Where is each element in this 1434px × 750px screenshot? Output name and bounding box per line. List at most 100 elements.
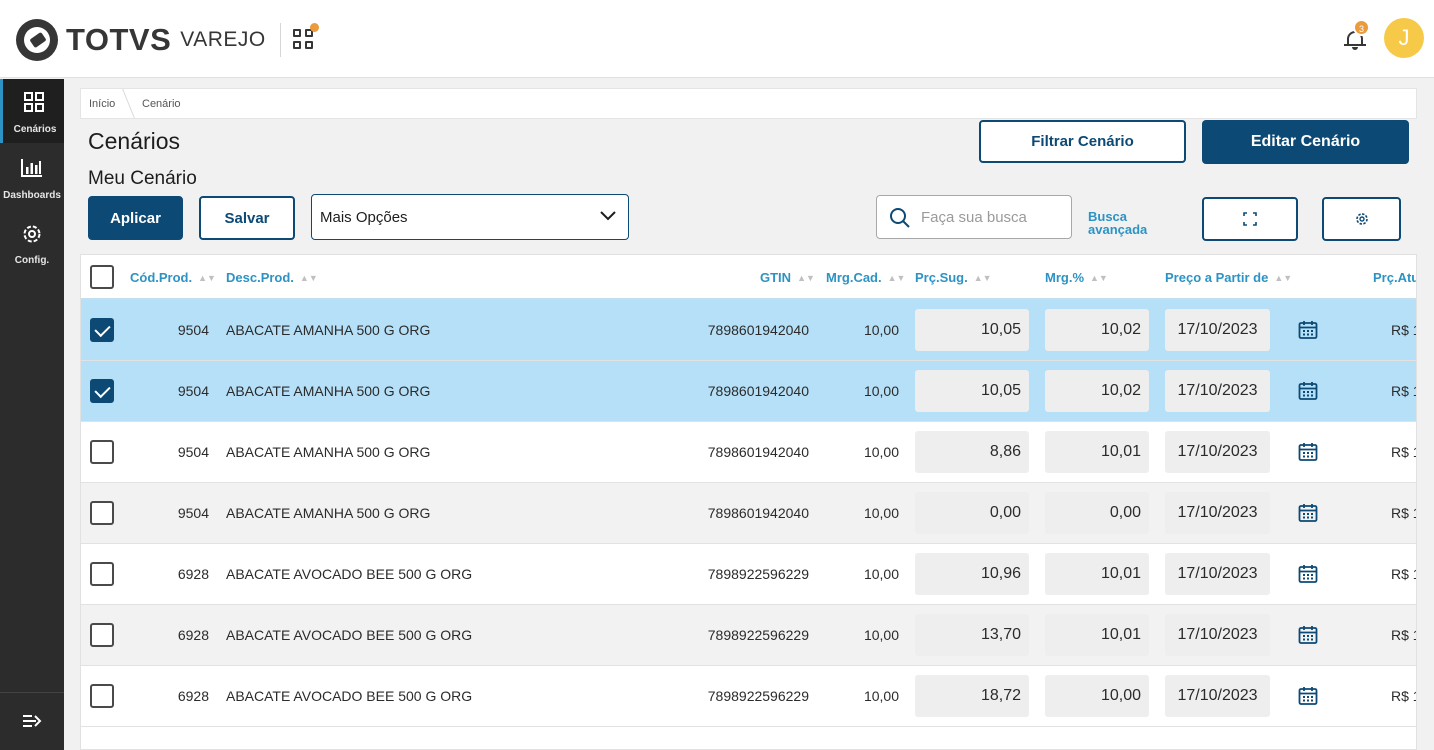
- suggested-price-input[interactable]: 13,70: [915, 614, 1029, 656]
- margin-percent-input[interactable]: 10,02: [1045, 309, 1149, 351]
- price-from-date-input[interactable]: 17/10/2023: [1165, 675, 1270, 717]
- cell-gtin: 7898601942040: [707, 505, 809, 521]
- user-avatar[interactable]: J: [1384, 18, 1424, 58]
- brand-subtitle: VAREJO: [180, 28, 266, 51]
- advanced-search-link[interactable]: Busca avançada: [1088, 210, 1158, 236]
- cell-current-price: R$ 1: [1391, 688, 1416, 704]
- row-checkbox[interactable]: [90, 440, 114, 464]
- suggested-price-input[interactable]: 10,05: [915, 309, 1029, 351]
- table-settings-button[interactable]: [1322, 197, 1401, 241]
- cell-current-price: R$ 1: [1391, 566, 1416, 582]
- apply-button[interactable]: Aplicar: [88, 196, 183, 240]
- margin-percent-input[interactable]: 10,02: [1045, 370, 1149, 412]
- margin-percent-input[interactable]: 10,00: [1045, 675, 1149, 717]
- row-checkbox[interactable]: [90, 684, 114, 708]
- price-from-date-input[interactable]: 17/10/2023: [1165, 614, 1270, 656]
- filter-scenario-button[interactable]: Filtrar Cenário: [979, 120, 1186, 163]
- cell-gtin: 7898601942040: [707, 322, 809, 338]
- margin-percent-input[interactable]: 10,01: [1045, 553, 1149, 595]
- suggested-price-input[interactable]: 10,96: [915, 553, 1029, 595]
- row-checkbox[interactable]: [90, 623, 114, 647]
- calendar-icon[interactable]: [1298, 320, 1318, 345]
- sidebar-collapse-button[interactable]: [0, 692, 64, 750]
- calendar-icon[interactable]: [1298, 686, 1318, 711]
- calendar-icon[interactable]: [1298, 381, 1318, 406]
- price-from-date-input[interactable]: 17/10/2023: [1165, 370, 1270, 412]
- suggested-price-input[interactable]: 10,05: [915, 370, 1029, 412]
- table-header: Cód.Prod. ▲▼ Desc.Prod. ▲▼ GTIN ▲▼ Mrg.Cad.…: [81, 255, 1416, 300]
- scenario-subtitle: Meu Cenário: [88, 168, 197, 189]
- fullscreen-button[interactable]: [1202, 197, 1298, 241]
- cell-current-price: R$ 1: [1391, 444, 1416, 460]
- apps-notification-dot: [309, 23, 319, 32]
- gear-icon: [1356, 213, 1368, 225]
- suggested-price-input[interactable]: 0,00: [915, 492, 1029, 534]
- edit-scenario-button[interactable]: Editar Cenário: [1202, 120, 1409, 164]
- search-input[interactable]: [921, 206, 1061, 228]
- price-from-date-input[interactable]: 17/10/2023: [1165, 431, 1270, 473]
- column-header-price-from-date[interactable]: Preço a Partir de ▲▼: [1165, 270, 1292, 285]
- cell-product-description: ABACATE AMANHA 500 G ORG: [226, 322, 431, 338]
- table-row[interactable]: 9504 ABACATE AMANHA 500 G ORG 789860194204…: [81, 422, 1416, 483]
- cell-product-description: ABACATE AVOCADO BEE 500 G ORG: [226, 566, 473, 582]
- table-row[interactable]: 6928 ABACATE AVOCADO BEE 500 G ORG 7898922…: [81, 666, 1416, 727]
- breadcrumb-current: Cenário: [142, 98, 181, 110]
- top-bar: TOTVS VAREJO 3 J: [0, 0, 1434, 78]
- sidebar-item-config[interactable]: Config.: [0, 210, 64, 274]
- cell-product-code: 9504: [177, 505, 209, 521]
- column-header-description[interactable]: Desc.Prod. ▲▼: [226, 270, 318, 285]
- sidebar: Cenários Dashboards Config.: [0, 79, 64, 750]
- more-options-select[interactable]: Mais Opções: [311, 194, 629, 240]
- select-all-checkbox[interactable]: [90, 265, 114, 289]
- row-checkbox[interactable]: [90, 501, 114, 525]
- cell-product-description: ABACATE AVOCADO BEE 500 G ORG: [226, 627, 473, 643]
- cell-current-price: R$ 1: [1391, 322, 1416, 338]
- apps-grid-icon[interactable]: [292, 23, 319, 51]
- column-header-suggested-price[interactable]: Prç.Sug. ▲▼: [915, 270, 992, 285]
- cell-gtin: 7898601942040: [707, 444, 809, 460]
- sidebar-item-cenarios[interactable]: Cenários: [0, 79, 64, 143]
- cell-product-code: 9504: [177, 444, 209, 460]
- collapse-menu-icon: [23, 715, 42, 727]
- price-from-date-input[interactable]: 17/10/2023: [1165, 309, 1270, 351]
- column-header-margin-registered[interactable]: Mrg.Cad. ▲▼: [826, 270, 905, 285]
- chevron-down-icon: [600, 211, 616, 221]
- table-row[interactable]: 9504 ABACATE AMANHA 500 G ORG 789860194204…: [81, 483, 1416, 544]
- cell-gtin: 7898601942040: [707, 383, 809, 399]
- column-header-gtin[interactable]: GTIN ▲▼: [760, 270, 815, 285]
- column-header-margin-percent[interactable]: Mrg.% ▲▼: [1045, 270, 1108, 285]
- column-header-code[interactable]: Cód.Prod. ▲▼: [130, 270, 216, 285]
- sidebar-item-dashboards[interactable]: Dashboards: [0, 145, 64, 209]
- suggested-price-input[interactable]: 8,86: [915, 431, 1029, 473]
- suggested-price-input[interactable]: 18,72: [915, 675, 1029, 717]
- calendar-icon[interactable]: [1298, 564, 1318, 589]
- logo[interactable]: TOTVS VAREJO: [16, 19, 319, 61]
- products-table: Cód.Prod. ▲▼ Desc.Prod. ▲▼ GTIN ▲▼ Mrg.Cad.…: [80, 254, 1417, 750]
- cell-margin-registered: 10,00: [863, 688, 899, 704]
- row-checkbox[interactable]: [90, 379, 114, 403]
- cell-product-description: ABACATE AVOCADO BEE 500 G ORG: [226, 688, 473, 704]
- calendar-icon[interactable]: [1298, 503, 1318, 528]
- cell-product-code: 6928: [177, 566, 209, 582]
- totvs-logo-icon: [16, 19, 58, 61]
- column-header-current-price[interactable]: Prç.Atu: [1373, 270, 1416, 285]
- calendar-icon[interactable]: [1298, 625, 1318, 650]
- cell-product-code: 9504: [177, 322, 209, 338]
- table-row[interactable]: 6928 ABACATE AVOCADO BEE 500 G ORG 7898922…: [81, 605, 1416, 666]
- save-button[interactable]: Salvar: [199, 196, 295, 240]
- margin-percent-input[interactable]: 0,00: [1045, 492, 1149, 534]
- price-from-date-input[interactable]: 17/10/2023: [1165, 553, 1270, 595]
- sidebar-item-label: Cenários: [13, 124, 57, 135]
- table-row[interactable]: 9504 ABACATE AMANHA 500 G ORG 789860194204…: [81, 300, 1416, 361]
- margin-percent-input[interactable]: 10,01: [1045, 614, 1149, 656]
- row-checkbox[interactable]: [90, 318, 114, 342]
- margin-percent-input[interactable]: 10,01: [1045, 431, 1149, 473]
- table-row[interactable]: 9504 ABACATE AMANHA 500 G ORG 789860194204…: [81, 361, 1416, 422]
- price-from-date-input[interactable]: 17/10/2023: [1165, 492, 1270, 534]
- search-box: [876, 195, 1072, 239]
- row-checkbox[interactable]: [90, 562, 114, 586]
- calendar-icon[interactable]: [1298, 442, 1318, 467]
- cell-product-code: 6928: [177, 627, 209, 643]
- breadcrumb-home[interactable]: Início: [89, 98, 115, 110]
- table-row[interactable]: 6928 ABACATE AVOCADO BEE 500 G ORG 7898922…: [81, 544, 1416, 605]
